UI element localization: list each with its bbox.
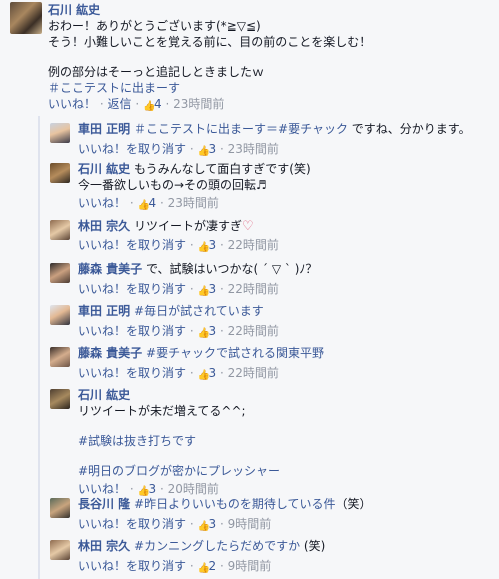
hashtag-link[interactable]: #明日のブログが密かにプレッシャー — [78, 463, 498, 479]
like-count[interactable]: 2 — [209, 559, 217, 573]
avatar[interactable] — [50, 389, 70, 409]
reply-author[interactable]: 石川 紘史 — [78, 388, 130, 402]
like-button[interactable]: いいね！ — [48, 97, 96, 111]
unlike-button[interactable]: いいね！を取り消す — [78, 238, 186, 252]
avatar[interactable] — [10, 2, 42, 34]
timestamp[interactable]: 22時間前 — [228, 238, 279, 252]
unlike-button[interactable]: いいね！を取り消す — [78, 517, 186, 531]
unlike-button[interactable]: いいね！を取り消す — [78, 282, 186, 296]
reply-author[interactable]: 車田 正明 — [78, 122, 130, 136]
hashtag-link[interactable]: ＃ここテストに出まーす＝#要チャック — [134, 122, 348, 136]
reply-author[interactable]: 藤森 貴美子 — [78, 262, 142, 276]
unlike-button[interactable]: いいね！を取り消す — [78, 366, 186, 380]
reply-author[interactable]: 長谷川 隆 — [78, 497, 130, 511]
comment-text: おわー！ありがとうございます(*≧▽≦) — [48, 19, 261, 33]
reply-text: (笑) — [303, 539, 326, 553]
avatar[interactable] — [50, 347, 70, 367]
timestamp[interactable]: 22時間前 — [228, 324, 279, 338]
reply-text: 今一番欲しいもの→その頭の回転♬ — [78, 178, 267, 192]
like-count[interactable]: 3 — [149, 482, 157, 496]
thumbs-up-icon: 👍 — [197, 146, 210, 157]
hashtag-link[interactable]: ＃ここテストに出まーす — [48, 80, 488, 96]
unlike-button[interactable]: いいね！を取り消す — [78, 142, 186, 156]
like-count[interactable]: 3 — [209, 324, 217, 338]
timestamp[interactable]: 22時間前 — [228, 366, 279, 380]
like-button[interactable]: いいね！ — [78, 482, 126, 496]
like-count[interactable]: 4 — [154, 97, 162, 111]
hashtag-link[interactable]: #試験は抜き打ちです — [78, 433, 498, 449]
thumbs-up-icon: 👍 — [137, 200, 150, 211]
hashtag-link[interactable]: #昨日よりいいものを期待している件 — [134, 497, 335, 511]
avatar[interactable] — [50, 163, 70, 183]
reply-text: （笑） — [335, 497, 372, 511]
timestamp[interactable]: 9時間前 — [228, 559, 272, 573]
comment-author[interactable]: 石川 紘史 — [48, 3, 100, 17]
hashtag-link[interactable]: #要チャックで試される関東平野 — [146, 346, 324, 360]
like-button[interactable]: いいね！ — [78, 196, 126, 210]
thumbs-up-icon: 👍 — [197, 563, 210, 574]
thumbs-up-icon: 👍 — [197, 370, 210, 381]
thumbs-up-icon: 👍 — [197, 242, 210, 253]
like-count[interactable]: 3 — [209, 238, 217, 252]
like-count[interactable]: 3 — [209, 517, 217, 531]
like-count[interactable]: 4 — [149, 196, 157, 210]
reply-author[interactable]: 藤森 貴美子 — [78, 346, 142, 360]
heart-icon: ♡ — [242, 219, 254, 234]
timestamp[interactable]: 9時間前 — [228, 517, 272, 531]
reply-text: リツイートが凄すぎ — [134, 219, 243, 233]
reply-list: 車田 正明 ＃ここテストに出まーす＝#要チャック ですね、分かります。 いいね！… — [38, 116, 498, 579]
thumbs-up-icon: 👍 — [143, 101, 156, 112]
avatar[interactable] — [50, 123, 70, 143]
unlike-button[interactable]: いいね！を取り消す — [78, 324, 186, 338]
reply-author[interactable]: 石川 紘史 — [78, 162, 130, 176]
timestamp[interactable]: 23時間前 — [168, 196, 219, 210]
like-count[interactable]: 3 — [209, 142, 217, 156]
comment-actions: いいね！ · 返信 · 👍4 · 23時間前 — [48, 97, 225, 112]
timestamp[interactable]: 23時間前 — [173, 97, 224, 111]
unlike-button[interactable]: いいね！を取り消す — [78, 559, 186, 573]
reply-author[interactable]: 林田 宗久 — [78, 219, 130, 233]
comment-thread: 石川 紘史 おわー！ありがとうございます(*≧▽≦) そう！小難しいことを覚える… — [0, 0, 499, 579]
reply-text: で、試験はいつかな( ´ ▽ ` )ﾉ？ — [146, 262, 318, 276]
avatar[interactable] — [50, 263, 70, 283]
reply-text: ですね、分かります。 — [351, 122, 471, 136]
timestamp[interactable]: 20時間前 — [168, 482, 219, 496]
reply-author[interactable]: 林田 宗久 — [78, 539, 130, 553]
avatar[interactable] — [50, 540, 70, 560]
hashtag-link[interactable]: #カンニングしたらだめですか — [134, 539, 300, 553]
avatar[interactable] — [50, 498, 70, 518]
thumbs-up-icon: 👍 — [197, 286, 210, 297]
avatar[interactable] — [50, 305, 70, 325]
timestamp[interactable]: 23時間前 — [228, 142, 279, 156]
like-count[interactable]: 3 — [209, 282, 217, 296]
reply-button[interactable]: 返信 — [108, 97, 132, 111]
thumbs-up-icon: 👍 — [197, 521, 210, 532]
comment-text: そう！小難しいことを覚える前に、目の前のことを楽しむ！ — [48, 35, 372, 49]
reply-author[interactable]: 車田 正明 — [78, 304, 130, 318]
thumbs-up-icon: 👍 — [197, 328, 210, 339]
comment-text: 例の部分はそーっと追記しときましたｗ — [48, 65, 265, 79]
like-count[interactable]: 3 — [209, 366, 217, 380]
hashtag-link[interactable]: #毎日が試されています — [134, 304, 264, 318]
avatar[interactable] — [50, 220, 70, 240]
reply-text: リツイートが未だ増えてる^^; — [78, 404, 246, 418]
timestamp[interactable]: 22時間前 — [228, 282, 279, 296]
reply-text: もうみんなして面白すぎです(笑) — [134, 162, 311, 176]
